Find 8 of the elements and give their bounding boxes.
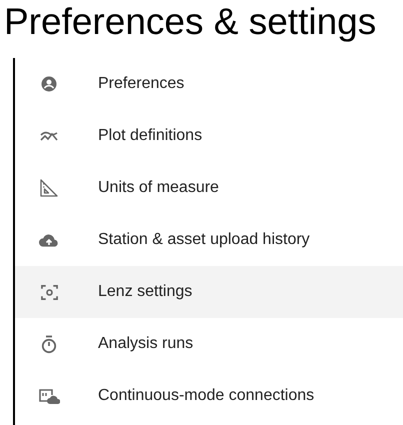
cloud-upload-icon [39,233,59,247]
screen-cloud-icon [38,388,60,404]
account-icon [40,75,58,93]
menu-item[interactable]: Lenz settings [15,266,403,318]
camera-focus-icon [40,284,58,300]
page-title: Preferences & settings [3,0,378,44]
stopwatch-icon [41,334,57,354]
trend-icon [40,130,58,142]
